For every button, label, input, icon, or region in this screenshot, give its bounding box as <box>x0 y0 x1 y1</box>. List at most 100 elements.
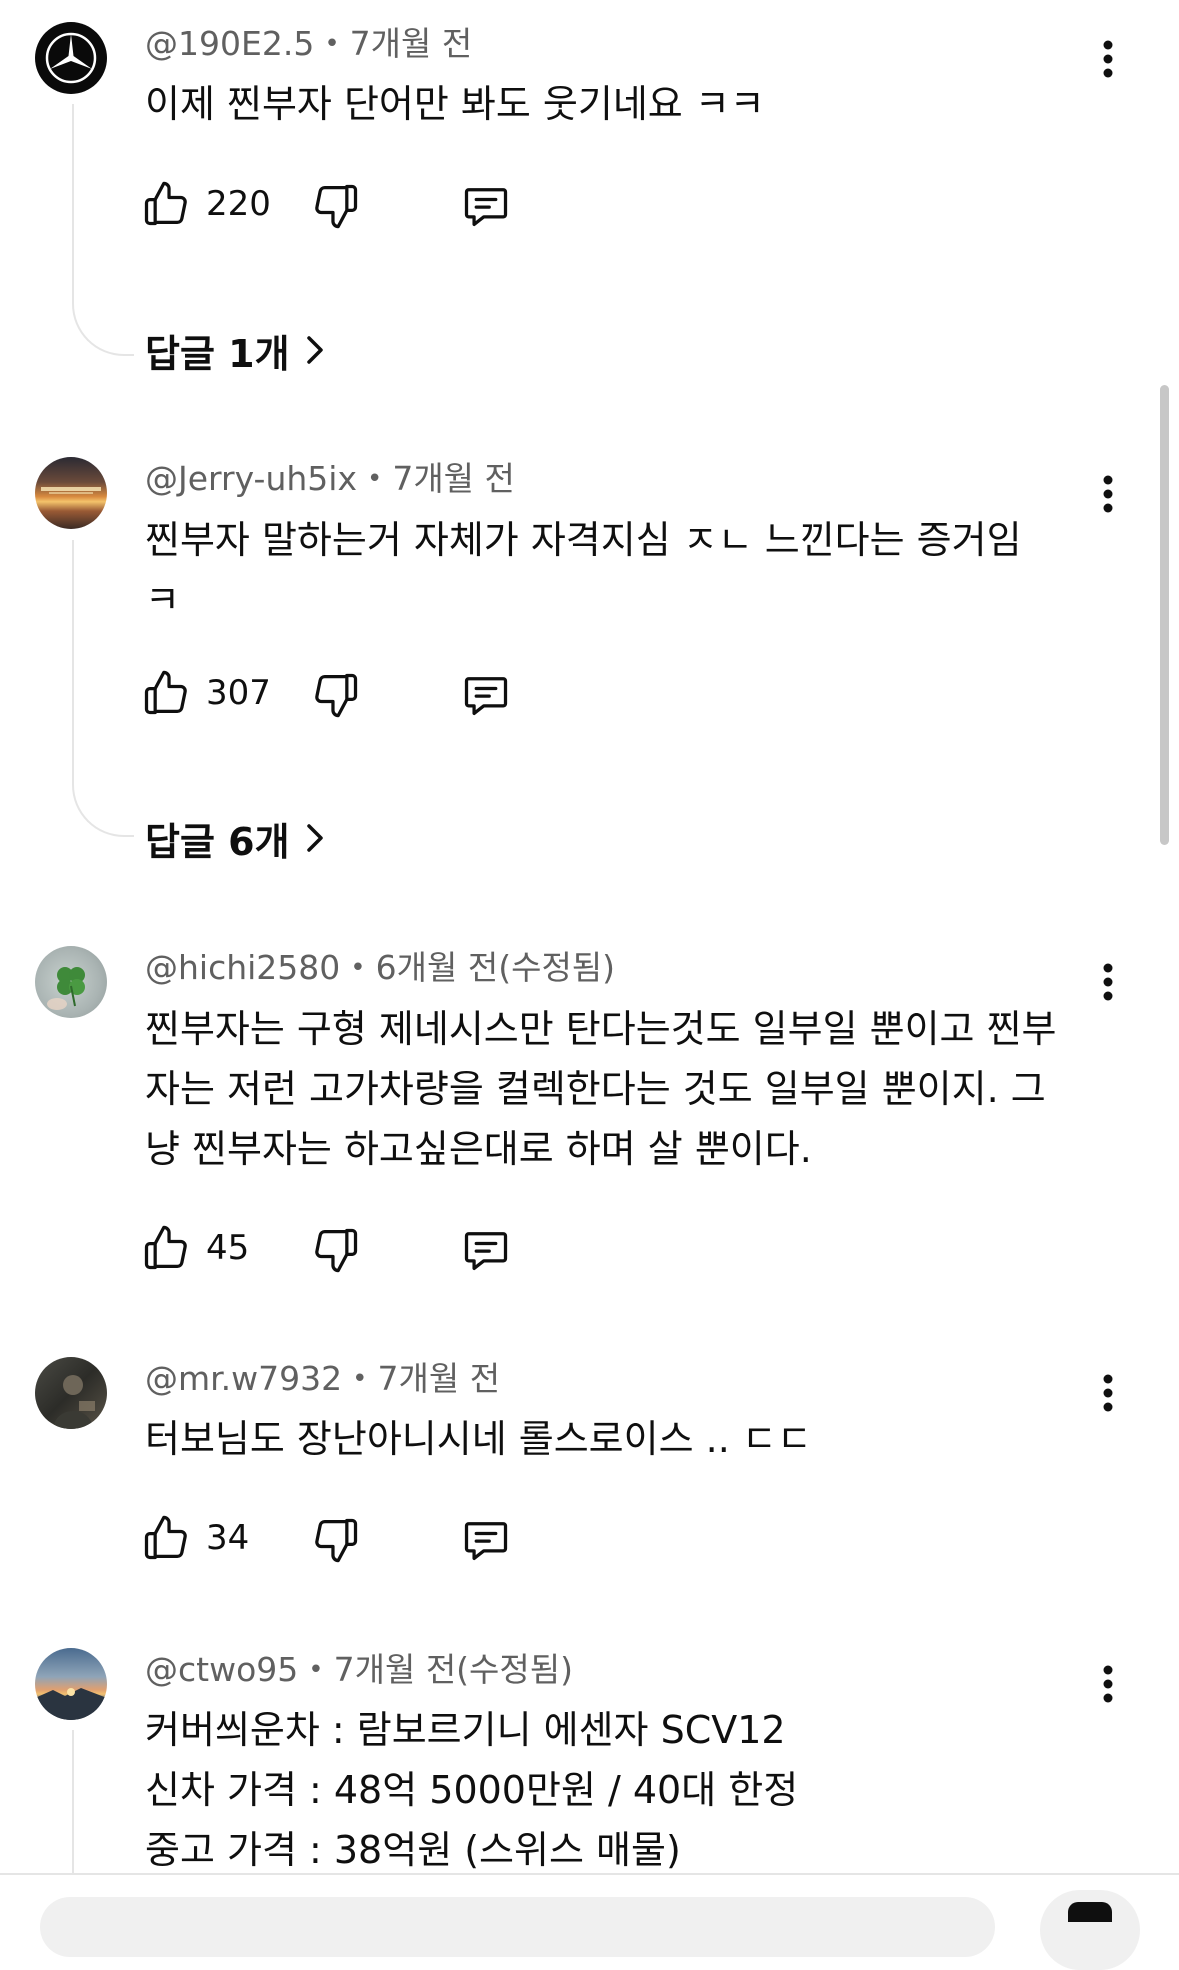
view-replies-button[interactable]: 답글 6개 <box>145 813 324 864</box>
thumbs-up-icon <box>144 181 187 226</box>
comment-actions: 34 <box>140 1508 540 1568</box>
meta-separator: • <box>324 29 340 59</box>
thumbs-up-icon <box>144 1225 187 1270</box>
comment-actions: 45 <box>140 1218 540 1278</box>
like-button[interactable]: 45 <box>140 1218 249 1278</box>
meta-separator: • <box>352 1364 368 1394</box>
person-avatar-image <box>53 1375 95 1429</box>
reply-button[interactable] <box>460 669 512 725</box>
thread-connector-line <box>72 540 134 837</box>
mercedes-star-icon <box>45 32 97 84</box>
more-options-button[interactable] <box>1090 1369 1126 1417</box>
comment-time: 7개월 전(수정됨) <box>333 1650 574 1689</box>
replies-count-label: 답글 6개 <box>145 819 290 864</box>
comment-time: 7개월 전 <box>349 24 473 63</box>
dislike-button[interactable] <box>310 180 362 236</box>
scrollbar-thumb[interactable] <box>1160 385 1169 845</box>
comment-text-line: 커버씌운차 : 람보르기니 에센자 SCV12 <box>145 1708 786 1752</box>
sunset-avatar-image <box>35 1688 107 1720</box>
comment-meta: @mr.w7932 • 7개월 전 <box>145 1359 500 1399</box>
clover-avatar-image <box>47 967 85 1010</box>
comment-meta: @ctwo95 • 7개월 전(수정됨) <box>145 1650 573 1690</box>
more-vertical-icon <box>1103 475 1113 513</box>
author-handle[interactable]: @mr.w7932 <box>145 1359 342 1398</box>
comment-text: 찐부자는 구형 제네시스만 탄다는것도 일부일 뿐이고 찐부 자는 저런 고가차… <box>145 999 1095 1179</box>
author-handle[interactable]: @Jerry-uh5ix <box>145 459 357 498</box>
comment-text-line: ㅋ <box>145 578 180 622</box>
like-count: 34 <box>206 1518 250 1558</box>
dislike-button[interactable] <box>310 1224 362 1280</box>
reply-button[interactable] <box>460 180 512 236</box>
reply-comment-icon <box>464 188 508 227</box>
meta-separator: • <box>366 464 383 494</box>
comment-meta: @190E2.5 • 7개월 전 <box>145 24 472 64</box>
bottom-input-bar <box>0 1873 1179 1970</box>
comment-time: 7개월 전 <box>377 1359 501 1398</box>
reply-comment-icon <box>464 1522 508 1561</box>
avatar-sunrise-image[interactable] <box>35 457 107 529</box>
more-options-button[interactable] <box>1090 470 1126 518</box>
chevron-right-icon <box>306 335 324 365</box>
comment-text-line: 냥 찐부자는 하고싶은대로 하며 살 뿐이다. <box>145 1127 812 1171</box>
meta-separator: • <box>308 1655 324 1685</box>
thread-connector-line <box>72 104 134 356</box>
thumbs-down-icon <box>315 673 358 718</box>
comment-meta: @Jerry-uh5ix • 7개월 전 <box>145 459 515 499</box>
comment-text-line: 이제 찐부자 단어만 봐도 웃기네요 ㅋㅋ <box>145 82 765 126</box>
comment-meta: @hichi2580 • 6개월 전(수정됨) <box>145 948 615 988</box>
author-handle[interactable]: @190E2.5 <box>145 24 314 63</box>
like-count: 45 <box>206 1228 250 1268</box>
chevron-right-icon <box>306 823 324 853</box>
comment-text-line: 중고 가격 : 38억원 (스위스 매물) <box>145 1828 681 1872</box>
thumbs-down-icon <box>315 1518 358 1563</box>
meta-separator: • <box>350 953 366 983</box>
reply-button[interactable] <box>460 1224 512 1280</box>
more-vertical-icon <box>1103 1374 1113 1412</box>
reply-comment-icon <box>464 1232 508 1271</box>
more-options-button[interactable] <box>1090 958 1126 1006</box>
comment-text-line: 터보님도 장난아니시네 롤스로이스 .. ㄷㄷ <box>145 1417 812 1461</box>
comment-text-line: 찐부자 말하는거 자체가 자격지심 ㅈㄴ 느낀다는 증거임 <box>145 518 1022 562</box>
emoji-button[interactable] <box>1040 1890 1140 1970</box>
comment-text-line: 신차 가격 : 48억 5000만원 / 40대 한정 <box>145 1768 799 1812</box>
comment-text: 찐부자 말하는거 자체가 자격지심 ㅈㄴ 느낀다는 증거임 ㅋ <box>145 510 1095 630</box>
reply-button[interactable] <box>460 1514 512 1570</box>
replies-count-label: 답글 1개 <box>145 331 290 376</box>
avatar-sunset-landscape[interactable] <box>35 1648 107 1720</box>
comment-actions: 307 <box>140 663 540 723</box>
like-count: 307 <box>206 673 271 713</box>
dislike-button[interactable] <box>310 669 362 725</box>
thumbs-up-icon <box>144 1515 187 1560</box>
add-comment-input[interactable] <box>40 1897 995 1957</box>
thumbs-down-icon <box>315 184 358 229</box>
comment-text-line: 찐부자는 구형 제네시스만 탄다는것도 일부일 뿐이고 찐부 <box>145 1007 1057 1051</box>
like-count: 220 <box>206 184 271 224</box>
comment-actions: 220 <box>140 174 540 234</box>
more-vertical-icon <box>1103 40 1113 78</box>
comment-time: 6개월 전(수정됨) <box>375 948 616 987</box>
more-options-button[interactable] <box>1090 35 1126 83</box>
reply-comment-icon <box>464 677 508 716</box>
comment-text: 커버씌운차 : 람보르기니 에센자 SCV12 신차 가격 : 48억 5000… <box>145 1700 1095 1880</box>
thumbs-down-icon <box>315 1228 358 1273</box>
like-button[interactable]: 34 <box>140 1508 249 1568</box>
avatar-clover-image[interactable] <box>35 946 107 1018</box>
avatar-mercedes-logo[interactable] <box>35 22 107 94</box>
like-button[interactable]: 307 <box>140 663 271 723</box>
more-vertical-icon <box>1103 1665 1113 1703</box>
emoji-icon <box>1068 1902 1112 1922</box>
like-button[interactable]: 220 <box>140 174 271 234</box>
more-options-button[interactable] <box>1090 1660 1126 1708</box>
author-handle[interactable]: @hichi2580 <box>145 948 340 987</box>
comment-time: 7개월 전 <box>392 459 515 498</box>
view-replies-button[interactable]: 답글 1개 <box>145 325 324 376</box>
comment-text-line: 자는 저런 고가차량을 컬렉한다는 것도 일부일 뿐이지. 그 <box>145 1067 1046 1111</box>
avatar-person-photo[interactable] <box>35 1357 107 1429</box>
author-handle[interactable]: @ctwo95 <box>145 1650 298 1689</box>
more-vertical-icon <box>1103 963 1113 1001</box>
comment-text: 터보님도 장난아니시네 롤스로이스 .. ㄷㄷ <box>145 1409 1095 1469</box>
sunrise-avatar-image <box>41 487 101 494</box>
dislike-button[interactable] <box>310 1514 362 1570</box>
thumbs-up-icon <box>144 670 187 715</box>
comment-text: 이제 찐부자 단어만 봐도 웃기네요 ㅋㅋ <box>145 74 1095 134</box>
